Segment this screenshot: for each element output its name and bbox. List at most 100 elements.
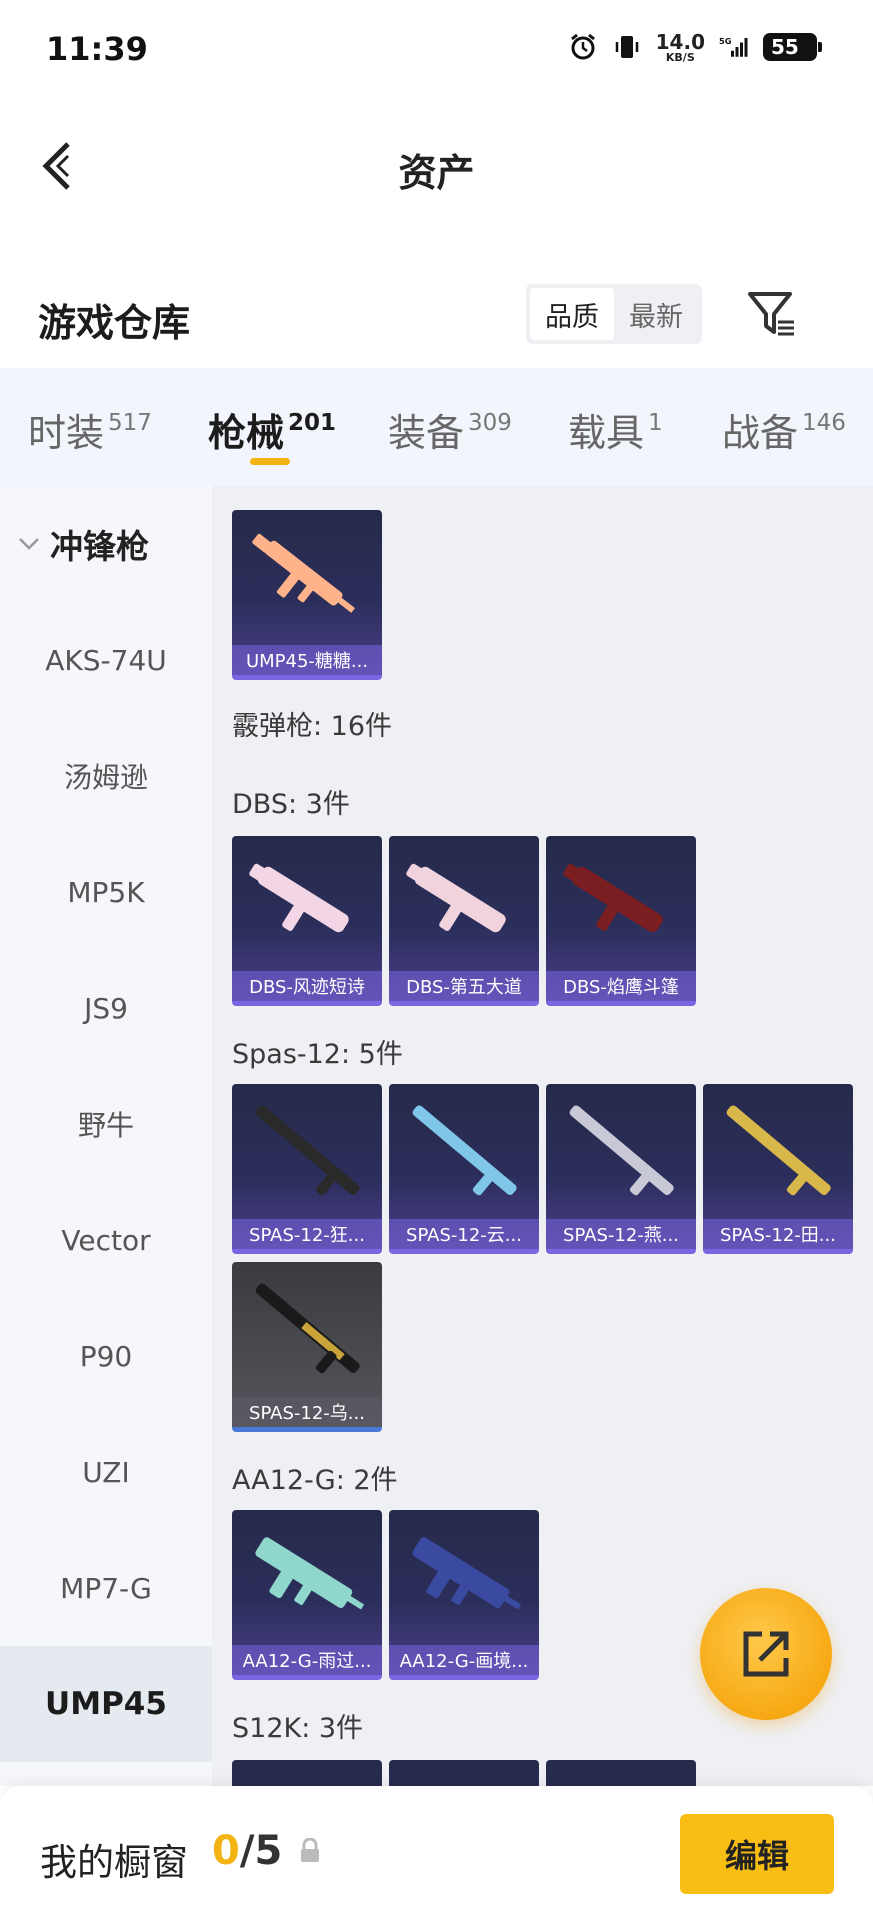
filter-icon [748,292,794,336]
skin-card[interactable]: DBS-焰鹰斗篷 [546,836,696,1006]
tab-count: 517 [108,410,152,436]
net-speed-unit: KB/S [665,50,695,64]
skin-name: AA12-G-画境... [389,1645,539,1675]
section-header-shotgun: 霰弹枪: 16件 [232,711,393,742]
skin-name: SPAS-12-云... [389,1219,539,1249]
network-speed: 14.0 KB/S [656,32,705,63]
tab-count: 1 [648,410,663,436]
skin-card[interactable]: AA12-G-雨过... [232,1510,382,1680]
skin-card[interactable]: UMP45-糖糖... [232,510,382,680]
active-tab-indicator [250,458,290,465]
skin-card[interactable]: SPAS-12-燕... [546,1084,696,1254]
sidebar-item-vector[interactable]: Vector [0,1182,212,1298]
skin-card[interactable]: DBS-风迹短诗 [232,836,382,1006]
tab-label: 枪械 [208,411,285,455]
svg-text:5G: 5G [719,36,732,46]
gun-image [249,863,349,933]
skin-name: SPAS-12-狂... [232,1219,382,1249]
battery-icon: 55 [763,33,822,61]
sort-quality-option[interactable]: 品质 [530,288,614,340]
tab-guns[interactable]: 枪械 201 [208,402,336,457]
tab-label: 时装 [28,411,105,455]
edit-button[interactable]: 编辑 [680,1814,834,1894]
skin-name: UMP45-糖糖... [232,645,382,675]
tab-count: 309 [468,410,512,436]
sidebar-item-thompson[interactable]: 汤姆逊 [0,718,212,834]
app-header: 资产 [0,100,873,230]
gun-image [252,533,355,613]
net-speed-value: 14.0 [655,29,705,54]
tab-fashion[interactable]: 时装 517 [28,402,152,457]
category-tabs: 时装 517 枪械 201 装备 309 载具 1 战备 146 [0,368,873,486]
skin-card[interactable]: SPAS-12-乌... [232,1262,382,1432]
gun-image [255,1537,365,1610]
sidebar-item-p90[interactable]: P90 [0,1298,212,1414]
gun-image [255,1105,360,1196]
gun-image [563,863,663,933]
section-title: AA12-G: 2件 [232,1465,398,1496]
weapon-sidebar: 冲锋枪 AKS-74U 汤姆逊 MP5K JS9 野牛 Vector P90 U… [0,486,212,1786]
skin-card[interactable]: SPAS-12-田... [703,1084,853,1254]
share-external-icon [743,1631,789,1677]
alarm-icon [568,30,598,64]
section-title: Spas-12: 5件 [232,1039,403,1070]
status-icons: 14.0 KB/S 5G 55 [568,30,822,64]
skin-card[interactable] [232,1760,382,1786]
vibrate-icon [612,30,642,64]
showcase-separator: / [239,1828,255,1874]
tab-label: 载具 [568,411,645,455]
sidebar-group-smg[interactable]: 冲锋枪 [0,486,212,602]
filter-button[interactable] [744,286,800,342]
sidebar-item-mp7g[interactable]: MP7-G [0,1530,212,1646]
tab-count: 146 [802,410,846,436]
tab-equipment[interactable]: 装备 309 [388,402,512,457]
tab-combat-gear[interactable]: 战备 146 [722,402,846,457]
skin-card[interactable] [546,1760,696,1786]
sort-newest-option[interactable]: 最新 [614,288,698,340]
sort-toggle: 品质 最新 [526,284,702,344]
gun-image [726,1105,831,1196]
share-button[interactable] [700,1588,832,1720]
skin-card[interactable] [389,1760,539,1786]
showcase-label: 我的橱窗 [40,1841,188,1884]
skin-card[interactable]: DBS-第五大道 [389,836,539,1006]
warehouse-header: 游戏仓库 品质 最新 [0,272,873,368]
skin-name: DBS-第五大道 [389,971,539,1001]
skin-name: SPAS-12-田... [703,1219,853,1249]
section-title: S12K: 3件 [232,1713,364,1744]
showcase-bar: 我的橱窗 0/5 编辑 [0,1786,873,1920]
tab-label: 装备 [388,411,465,455]
gun-image [255,1283,360,1374]
skin-card[interactable]: SPAS-12-云... [389,1084,539,1254]
gun-image [412,1537,522,1610]
status-bar: 11:39 14.0 KB/S 5G 55 [0,0,873,100]
showcase-current: 0 [212,1828,240,1874]
sidebar-item-bizon[interactable]: 野牛 [0,1066,212,1182]
tab-count: 201 [288,410,337,436]
skin-name: SPAS-12-燕... [546,1219,696,1249]
tab-label: 战备 [722,411,799,455]
chevron-down-icon [18,532,42,556]
skin-card[interactable]: AA12-G-画境... [389,1510,539,1680]
sidebar-item-aks74u[interactable]: AKS-74U [0,602,212,718]
lock-icon [298,1837,322,1864]
gun-image [406,863,506,933]
section-title: DBS: 3件 [232,789,350,820]
gun-image [412,1105,517,1196]
sidebar-item-js9[interactable]: JS9 [0,950,212,1066]
skin-name: SPAS-12-乌... [232,1397,382,1427]
skin-name: DBS-风迹短诗 [232,971,382,1001]
5g-signal-icon: 5G [719,30,749,64]
sidebar-item-uzi[interactable]: UZI [0,1414,212,1530]
sidebar-group-label: 冲锋枪 [50,527,149,566]
showcase-max: 5 [254,1828,283,1874]
tab-vehicles[interactable]: 载具 1 [568,402,663,457]
skin-card[interactable]: SPAS-12-狂... [232,1084,382,1254]
warehouse-title: 游戏仓库 [38,301,191,345]
showcase-count: 0/5 [212,1828,282,1874]
status-time: 11:39 [46,30,148,68]
skin-name: DBS-焰鹰斗篷 [546,971,696,1001]
gun-image [569,1105,674,1196]
sidebar-item-mp5k[interactable]: MP5K [0,834,212,950]
sidebar-item-ump45[interactable]: UMP45 [0,1646,212,1762]
